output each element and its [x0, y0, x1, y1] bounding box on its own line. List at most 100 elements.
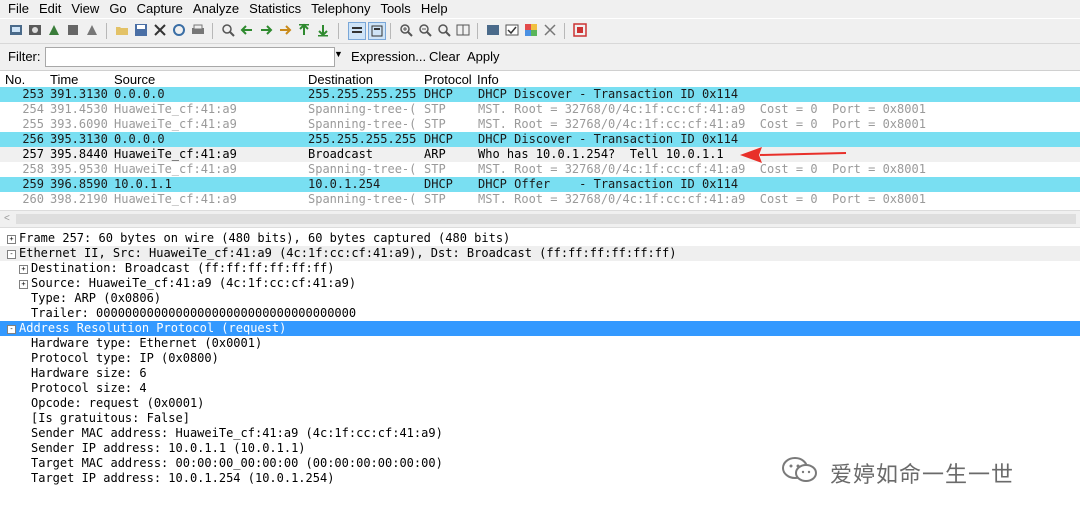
normal-size-icon[interactable]	[436, 22, 452, 38]
main-toolbar	[0, 19, 1080, 44]
detail-row[interactable]: Protocol size: 4	[0, 381, 1080, 396]
packet-list-scrollbar[interactable]: <	[0, 210, 1080, 228]
menu-go[interactable]: Go	[104, 0, 131, 18]
last-packet-icon[interactable]	[315, 22, 331, 38]
print-icon[interactable]	[190, 22, 206, 38]
packet-protocol: STP	[424, 192, 446, 206]
expression-button[interactable]: Expression...	[351, 49, 426, 64]
coloring-rules-icon[interactable]	[523, 22, 539, 38]
expand-icon[interactable]: +	[19, 265, 28, 274]
packet-info: DHCP Discover - Transaction ID 0x114	[478, 87, 739, 101]
menu-statistics[interactable]: Statistics	[244, 0, 306, 18]
save-icon[interactable]	[133, 22, 149, 38]
packet-row[interactable]: 259 396.8590 10.0.1.1 10.0.1.254 DHCP DH…	[0, 177, 1080, 192]
start-capture-icon[interactable]	[46, 22, 62, 38]
detail-row[interactable]: + Destination: Broadcast (ff:ff:ff:ff:ff:…	[0, 261, 1080, 276]
detail-text: Source: HuaweiTe_cf:41:a9 (4c:1f:cc:cf:4…	[31, 276, 357, 290]
detail-text: Hardware type: Ethernet (0x0001)	[31, 336, 263, 350]
packet-row[interactable]: 255 393.6090 HuaweiTe_cf:41:a9 Spanning-…	[0, 117, 1080, 132]
find-icon[interactable]	[220, 22, 236, 38]
filter-dropdown-icon[interactable]: ▼	[334, 49, 343, 59]
display-filters-icon[interactable]	[504, 22, 520, 38]
packet-row[interactable]: 257 395.8440 HuaweiTe_cf:41:a9 Broadcast…	[0, 147, 1080, 162]
clear-button[interactable]: Clear	[429, 49, 460, 64]
expand-icon[interactable]: +	[7, 235, 16, 244]
first-packet-icon[interactable]	[296, 22, 312, 38]
packet-row[interactable]: 258 395.9530 HuaweiTe_cf:41:a9 Spanning-…	[0, 162, 1080, 177]
packet-no: 257	[22, 147, 44, 161]
detail-row[interactable]: - Address Resolution Protocol (request)	[0, 321, 1080, 336]
collapse-icon[interactable]: -	[7, 325, 16, 334]
detail-row[interactable]: Sender MAC address: HuaweiTe_cf:41:a9 (4…	[0, 426, 1080, 441]
auto-scroll-icon[interactable]	[368, 22, 386, 40]
packet-info: DHCP Offer - Transaction ID 0x114	[478, 177, 739, 191]
detail-row[interactable]: Sender IP address: 10.0.1.1 (10.0.1.1)	[0, 441, 1080, 456]
detail-row[interactable]: + Source: HuaweiTe_cf:41:a9 (4c:1f:cc:cf:…	[0, 276, 1080, 291]
detail-row[interactable]: + Frame 257: 60 bytes on wire (480 bits),…	[0, 231, 1080, 246]
capture-filters-icon[interactable]	[485, 22, 501, 38]
filter-label: Filter:	[8, 49, 41, 64]
packet-row[interactable]: 254 391.4530 HuaweiTe_cf:41:a9 Spanning-…	[0, 102, 1080, 117]
detail-row[interactable]: Hardware type: Ethernet (0x0001)	[0, 336, 1080, 351]
detail-text: Sender IP address: 10.0.1.1 (10.0.1.1)	[31, 441, 306, 455]
menu-analyze[interactable]: Analyze	[188, 0, 244, 18]
packet-destination: Spanning-tree-(	[308, 162, 417, 176]
column-header-destination[interactable]: Destination	[308, 72, 373, 87]
open-icon[interactable]	[114, 22, 130, 38]
preferences-icon[interactable]	[542, 22, 558, 38]
packet-destination: 10.0.1.254	[308, 177, 381, 191]
detail-row[interactable]: Protocol type: IP (0x0800)	[0, 351, 1080, 366]
detail-row[interactable]: Opcode: request (0x0001)	[0, 396, 1080, 411]
detail-text: Destination: Broadcast (ff:ff:ff:ff:ff:f…	[31, 261, 335, 275]
close-file-icon[interactable]	[152, 22, 168, 38]
menu-tools[interactable]: Tools	[375, 0, 415, 18]
resize-columns-icon[interactable]	[455, 22, 471, 38]
zoom-out-icon[interactable]	[417, 22, 433, 38]
detail-row[interactable]: Trailer: 0000000000000000000000000000000…	[0, 306, 1080, 321]
column-header-time[interactable]: Time	[50, 72, 78, 87]
colorize-icon[interactable]	[348, 22, 366, 40]
menu-view[interactable]: View	[66, 0, 104, 18]
menu-capture[interactable]: Capture	[132, 0, 188, 18]
scrollbar-thumb[interactable]	[16, 214, 1076, 224]
detail-text: Hardware size: 6	[31, 366, 147, 380]
column-header-info[interactable]: Info	[477, 72, 499, 87]
menu-help[interactable]: Help	[416, 0, 453, 18]
menu-telephony[interactable]: Telephony	[306, 0, 375, 18]
column-header-source[interactable]: Source	[114, 72, 155, 87]
detail-row[interactable]: Hardware size: 6	[0, 366, 1080, 381]
go-to-packet-icon[interactable]	[277, 22, 293, 38]
display-filter-input[interactable]	[45, 47, 335, 67]
menu-file[interactable]: File	[0, 0, 34, 18]
back-icon[interactable]	[239, 22, 255, 38]
stop-capture-icon[interactable]	[65, 22, 81, 38]
detail-text: Frame 257: 60 bytes on wire (480 bits), …	[19, 231, 511, 245]
reload-icon[interactable]	[171, 22, 187, 38]
packet-row[interactable]: 256 395.3130 0.0.0.0 255.255.255.255 DHC…	[0, 132, 1080, 147]
expand-icon[interactable]: +	[19, 280, 28, 289]
help-icon[interactable]	[572, 22, 588, 38]
zoom-in-icon[interactable]	[398, 22, 414, 38]
interfaces-icon[interactable]	[8, 22, 24, 38]
packet-source: HuaweiTe_cf:41:a9	[114, 147, 237, 161]
detail-text: Opcode: request (0x0001)	[31, 396, 205, 410]
column-header-protocol[interactable]: Protocol	[424, 72, 472, 87]
packet-row[interactable]: 260 398.2190 HuaweiTe_cf:41:a9 Spanning-…	[0, 192, 1080, 207]
scroll-left-icon[interactable]: <	[4, 213, 10, 224]
detail-text: Ethernet II, Src: HuaweiTe_cf:41:a9 (4c:…	[19, 246, 677, 260]
column-header-no[interactable]: No.	[5, 72, 25, 87]
packet-list-header: No. Time Source Destination Protocol Inf…	[0, 71, 1080, 87]
detail-text: Address Resolution Protocol (request)	[19, 321, 287, 335]
packet-row[interactable]: 253 391.3130 0.0.0.0 255.255.255.255 DHC…	[0, 87, 1080, 102]
restart-capture-icon[interactable]	[84, 22, 100, 38]
forward-icon[interactable]	[258, 22, 274, 38]
options-icon[interactable]	[27, 22, 43, 38]
detail-row[interactable]: [Is gratuitous: False]	[0, 411, 1080, 426]
menu-edit[interactable]: Edit	[34, 0, 66, 18]
detail-row[interactable]: - Ethernet II, Src: HuaweiTe_cf:41:a9 (4c…	[0, 246, 1080, 261]
collapse-icon[interactable]: -	[7, 250, 16, 259]
detail-text: Sender MAC address: HuaweiTe_cf:41:a9 (4…	[31, 426, 443, 440]
apply-button[interactable]: Apply	[467, 49, 500, 64]
detail-row[interactable]: Type: ARP (0x0806)	[0, 291, 1080, 306]
packet-source: 10.0.1.1	[114, 177, 172, 191]
